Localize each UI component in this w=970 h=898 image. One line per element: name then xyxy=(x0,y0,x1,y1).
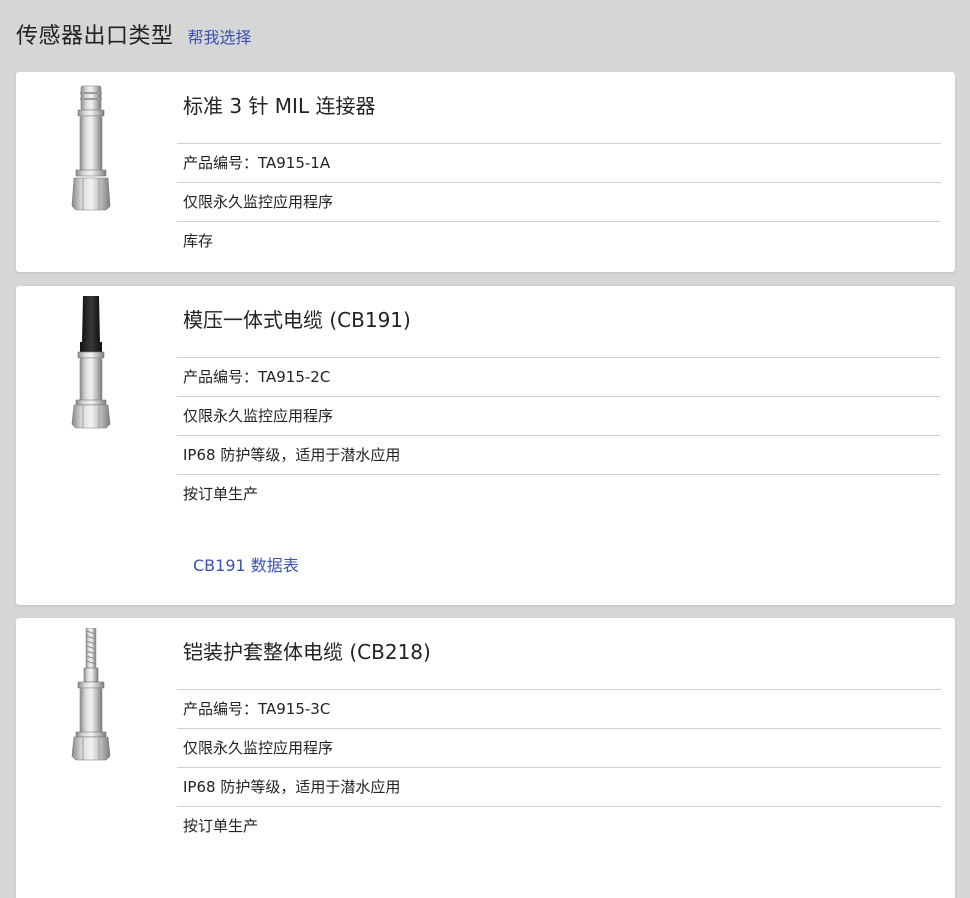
datasheet-link[interactable]: CB191 数据表 xyxy=(193,552,299,576)
product-card-mil-connector[interactable]: 标准 3 针 MIL 连接器 产品编号：TA915-1A 仅限永久监控应用程序 … xyxy=(16,72,955,272)
product-availability: 按订单生产 xyxy=(183,485,259,503)
product-ip-rating: IP68 防护等级，适用于潜水应用 xyxy=(177,436,941,475)
product-info: 模压一体式电缆 (CB191) 产品编号：TA915-2C 仅限永久监控应用程序… xyxy=(177,300,941,513)
product-availability: 按订单生产 xyxy=(183,817,259,835)
product-availability: 库存 xyxy=(183,232,214,250)
sensor-molded-cable-icon xyxy=(71,296,111,429)
sensor-armored-cable-icon xyxy=(71,628,111,761)
section-header: 传感器出口类型 帮我选择 xyxy=(16,18,252,58)
section-title: 传感器出口类型 xyxy=(16,24,174,49)
product-usage-note: 仅限永久监控应用程序 xyxy=(177,729,941,768)
product-part-number: 产品编号：TA915-2C xyxy=(177,358,941,397)
product-usage-note: 仅限永久监控应用程序 xyxy=(177,183,941,222)
product-card-armored-cable[interactable]: 铠装护套整体电缆 (CB218) 产品编号：TA915-3C 仅限永久监控应用程… xyxy=(16,618,955,898)
help-me-choose-link[interactable]: 帮我选择 xyxy=(188,24,252,48)
product-spec-list: 产品编号：TA915-1A 仅限永久监控应用程序 库存 xyxy=(177,143,941,260)
product-part-number: 产品编号：TA915-1A xyxy=(177,144,941,183)
product-name: 模压一体式电缆 (CB191) xyxy=(183,308,411,332)
product-part-number: 产品编号：TA915-3C xyxy=(177,690,941,729)
product-ip-rating: IP68 防护等级，适用于潜水应用 xyxy=(177,768,941,807)
product-card-molded-cable[interactable]: 模压一体式电缆 (CB191) 产品编号：TA915-2C 仅限永久监控应用程序… xyxy=(16,286,955,605)
product-name: 铠装护套整体电缆 (CB218) xyxy=(183,640,431,664)
product-spec-list: 产品编号：TA915-2C 仅限永久监控应用程序 IP68 防护等级，适用于潜水… xyxy=(177,357,941,513)
product-spec-list: 产品编号：TA915-3C 仅限永久监控应用程序 IP68 防护等级，适用于潜水… xyxy=(177,689,941,845)
product-usage-note: 仅限永久监控应用程序 xyxy=(177,397,941,436)
sensor-mil-connector-icon xyxy=(71,85,111,211)
product-info: 标准 3 针 MIL 连接器 产品编号：TA915-1A 仅限永久监控应用程序 … xyxy=(177,86,941,260)
product-info: 铠装护套整体电缆 (CB218) 产品编号：TA915-3C 仅限永久监控应用程… xyxy=(177,632,941,845)
product-name: 标准 3 针 MIL 连接器 xyxy=(183,94,376,118)
